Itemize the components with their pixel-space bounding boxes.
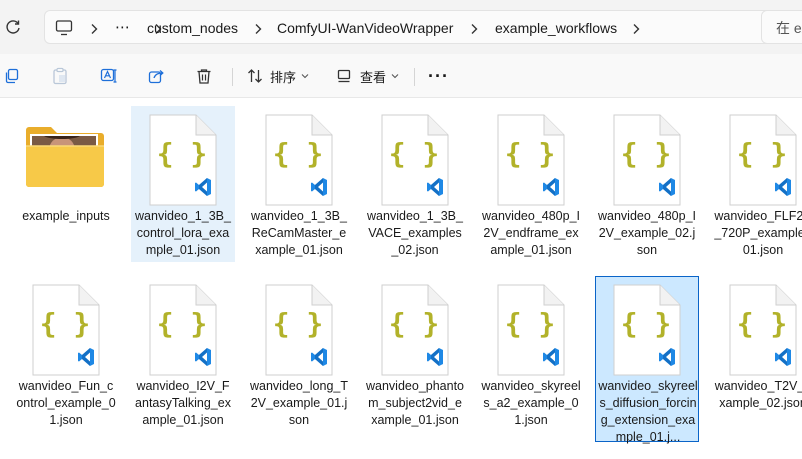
sort-label: 排序 <box>270 69 297 85</box>
json-file-icon: { } <box>479 276 583 376</box>
file-name-label: wanvideo_1_3B_VACE_examples_02.json <box>367 209 463 257</box>
file-item[interactable]: { } wanvideo_Fun_control_example_01.json <box>14 276 118 442</box>
file-item[interactable]: { } wanvideo_long_T2V_example_01.json <box>247 276 351 442</box>
json-file-icon: { } <box>363 106 467 206</box>
chevron-right-icon[interactable] <box>631 22 641 34</box>
chevron-down-icon <box>301 73 309 79</box>
json-file-icon: { } <box>363 276 467 376</box>
computer-icon[interactable] <box>55 11 73 45</box>
json-file-icon: { } <box>247 106 351 206</box>
address-bar-row: ⋯ custom_nodes ComfyUI-WanVideoWrapper e… <box>0 0 802 54</box>
file-name-label: wanvideo_480p_I2V_example_02.json <box>598 209 696 257</box>
file-item[interactable]: { } wanvideo_480p_I2V_example_02.json <box>595 106 699 262</box>
sort-icon <box>247 68 264 84</box>
view-button[interactable]: 查看 <box>337 62 399 90</box>
json-file-icon: { } <box>711 276 802 376</box>
file-item[interactable]: { } wanvideo_skyreels_a2_example_01.json <box>479 276 583 442</box>
file-item[interactable]: { } wanvideo_480p_I2V_endframe_example_01… <box>479 106 583 262</box>
file-name-label: wanvideo_phantom_subject2vid_example_01.… <box>366 379 464 427</box>
svg-text:{ }: { } <box>505 137 556 170</box>
paste-icon <box>52 67 68 85</box>
sort-button[interactable]: 排序 <box>247 62 309 90</box>
breadcrumb-custom-nodes[interactable]: custom_nodes <box>147 11 238 45</box>
file-item[interactable]: { } wanvideo_phantom_subject2vid_example_… <box>363 276 467 442</box>
copy-icon <box>4 68 20 84</box>
chevron-down-icon <box>391 73 399 79</box>
command-bar: 排序 查看 ··· <box>0 54 802 98</box>
copy-button[interactable] <box>4 62 20 90</box>
share-icon <box>148 68 165 84</box>
view-icon <box>337 69 351 83</box>
more-icon: ··· <box>428 65 449 86</box>
json-file-icon: { } <box>247 276 351 376</box>
file-name-label: wanvideo_skyreels_diffusion_forcing_exte… <box>598 379 698 444</box>
svg-text:{ }: { } <box>621 137 672 170</box>
svg-text:{ }: { } <box>737 307 788 340</box>
file-name-label: wanvideo_T2V_example_02.json <box>714 379 802 410</box>
file-item[interactable]: { } wanvideo_T2V_example_02.json <box>711 276 802 442</box>
search-box[interactable]: 在 ex <box>761 10 802 44</box>
file-name-label: wanvideo_Fun_control_example_01.json <box>16 379 116 427</box>
svg-text:{ }: { } <box>157 137 208 170</box>
view-label: 查看 <box>360 69 387 85</box>
file-name-label: wanvideo_I2V_FantasyTalking_example_01.j… <box>135 379 231 427</box>
svg-text:{ }: { } <box>505 307 556 340</box>
file-name-label: example_inputs <box>22 209 110 223</box>
json-file-icon: { } <box>14 276 118 376</box>
file-name-label: wanvideo_skyreels_a2_example_01.json <box>481 379 581 427</box>
svg-text:{ }: { } <box>273 307 324 340</box>
file-item[interactable]: { } wanvideo_1_3B_ReCamMaster_example_01.… <box>247 106 351 262</box>
svg-text:{ }: { } <box>389 137 440 170</box>
file-item[interactable]: { } wanvideo_skyreels_diffusion_forcing_e… <box>595 276 699 444</box>
search-placeholder[interactable]: 在 ex <box>776 11 802 45</box>
file-item[interactable]: { } wanvideo_FLF2V_720P_example_01.json <box>711 106 802 262</box>
svg-text:{ }: { } <box>389 307 440 340</box>
breadcrumb-example-workflows[interactable]: example_workflows <box>495 11 617 45</box>
svg-text:{ }: { } <box>621 307 672 340</box>
svg-text:{ }: { } <box>737 137 788 170</box>
file-name-label: wanvideo_1_3B_ReCamMaster_example_01.jso… <box>251 209 347 257</box>
toolbar-divider <box>414 68 415 86</box>
chevron-right-icon[interactable] <box>89 22 99 34</box>
breadcrumb-comfyui-wanvideowrapper[interactable]: ComfyUI-WanVideoWrapper <box>277 11 453 45</box>
folder-icon <box>14 106 118 206</box>
svg-text:{ }: { } <box>40 307 91 340</box>
trash-icon <box>196 68 212 85</box>
json-file-icon: { } <box>131 276 235 376</box>
file-name-label: wanvideo_long_T2V_example_01.json <box>250 379 348 427</box>
delete-button[interactable] <box>196 62 212 90</box>
svg-text:{ }: { } <box>273 137 324 170</box>
file-item[interactable]: { } wanvideo_1_3B_control_lora_example_01… <box>131 106 235 262</box>
toolbar-divider <box>232 68 233 86</box>
json-file-icon: { } <box>595 106 699 206</box>
chevron-right-icon[interactable] <box>253 22 263 34</box>
paste-button[interactable] <box>52 62 68 90</box>
overflow-crumbs-button[interactable]: ⋯ <box>115 11 131 45</box>
file-item[interactable]: { } wanvideo_1_3B_VACE_examples_02.json <box>363 106 467 262</box>
rename-button[interactable] <box>100 62 118 90</box>
json-file-icon: { } <box>479 106 583 206</box>
file-item[interactable]: { } wanvideo_I2V_FantasyTalking_example_0… <box>131 276 235 442</box>
rename-icon <box>100 67 118 85</box>
folder-item[interactable]: example_inputs <box>14 106 118 262</box>
json-file-icon: { } <box>595 276 699 376</box>
json-file-icon: { } <box>711 106 802 206</box>
address-bar[interactable]: ⋯ custom_nodes ComfyUI-WanVideoWrapper e… <box>44 10 781 44</box>
file-grid: example_inputs { } wanvideo_1_3B_control_l… <box>0 98 802 459</box>
more-options-button[interactable]: ··· <box>428 62 449 90</box>
chevron-right-icon[interactable] <box>469 22 479 34</box>
svg-text:{ }: { } <box>157 307 208 340</box>
file-name-label: wanvideo_FLF2V_720P_example_01.json <box>714 209 802 257</box>
file-name-label: wanvideo_480p_I2V_endframe_example_01.js… <box>482 209 580 257</box>
file-name-label: wanvideo_1_3B_control_lora_example_01.js… <box>135 209 231 257</box>
share-button[interactable] <box>148 62 165 90</box>
json-file-icon: { } <box>131 106 235 206</box>
refresh-icon[interactable] <box>4 18 22 36</box>
